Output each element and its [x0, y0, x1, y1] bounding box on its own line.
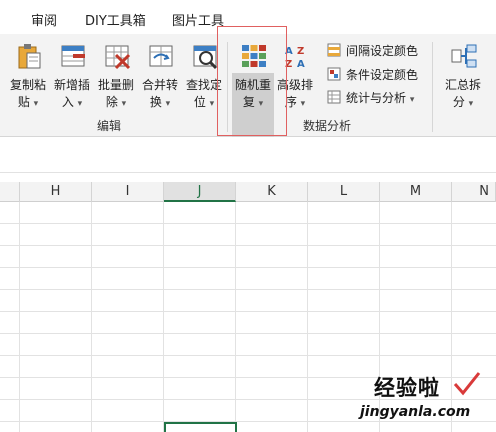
gridline-col: [163, 202, 164, 432]
svg-text:Z: Z: [297, 46, 304, 57]
merge-convert-button[interactable]: 合并转 换 ▾: [138, 40, 182, 109]
checkmark-icon: [453, 372, 481, 396]
merge-cells-icon: [149, 45, 173, 67]
summary-split-label-1: 汇总拆: [444, 78, 481, 92]
group-label-edit: 编辑: [97, 119, 122, 133]
chevron-down-icon: ▾: [409, 95, 415, 105]
interval-color-icon: [327, 43, 341, 57]
svg-text:A: A: [297, 59, 305, 70]
copy-paste-label-2-text: 贴: [17, 95, 30, 109]
chevron-down-icon: ▾: [209, 99, 215, 109]
stats-analysis-button[interactable]: 统计与分析 ▾: [327, 88, 423, 106]
batch-delete-button[interactable]: 批量删 除 ▾: [94, 40, 138, 109]
gridline-row: [0, 333, 496, 334]
gridline-row: [0, 223, 496, 224]
find-magnifier-icon: [193, 45, 218, 70]
column-header-row: H I J K L M N: [0, 182, 496, 202]
stats-analysis-label: 统计与分析 ▾: [346, 89, 414, 106]
add-insert-label-2-text: 入: [61, 95, 74, 109]
gridline-col: [91, 202, 92, 432]
chevron-down-icon: ▾: [165, 99, 171, 109]
gridline-row: [0, 311, 496, 312]
summary-split-icon: [451, 44, 477, 68]
interval-color-button[interactable]: 间隔设定颜色: [327, 41, 423, 59]
gridline-col: [307, 202, 308, 432]
group-label-data-analysis: 数据分析: [303, 119, 352, 133]
chevron-down-icon: ▾: [121, 99, 127, 109]
gridline-row: [0, 355, 496, 356]
watermark: 经验啦 jingyanla.com: [360, 372, 490, 428]
gridline-row: [0, 245, 496, 246]
interval-color-label: 间隔设定颜色: [346, 44, 419, 58]
column-header-m[interactable]: M: [380, 182, 452, 202]
column-header-n[interactable]: N: [452, 182, 496, 202]
conditional-color-label: 条件设定颜色: [346, 68, 419, 82]
column-header-j[interactable]: J: [164, 182, 236, 202]
add-insert-button[interactable]: 新增插 入 ▾: [50, 40, 94, 109]
summary-split-label-2: 分 ▾: [437, 95, 489, 111]
column-header-partial: [0, 182, 20, 202]
chevron-down-icon: ▾: [300, 99, 306, 109]
chevron-down-icon: ▾: [468, 99, 474, 109]
column-header-k[interactable]: K: [236, 182, 308, 202]
summary-split-label-2-text: 分: [452, 95, 465, 109]
insert-rows-icon: [61, 45, 85, 67]
gridline-col: [19, 202, 20, 432]
tab-diy-toolbox[interactable]: DIY工具箱: [85, 10, 146, 29]
merge-convert-label-2-text: 换: [149, 95, 162, 109]
conditional-color-button[interactable]: 条件设定颜色: [327, 65, 423, 83]
column-header-h[interactable]: H: [20, 182, 92, 202]
gridline-row: [0, 267, 496, 268]
watermark-title: 经验啦: [374, 376, 440, 400]
active-cell[interactable]: [164, 422, 237, 432]
column-header-i[interactable]: I: [92, 182, 164, 202]
clipboard-icon: [18, 44, 41, 69]
gridline-col: [235, 202, 236, 432]
watermark-url: jingyanla.com: [360, 404, 471, 420]
highlight-box: [217, 26, 287, 136]
batch-delete-label-2-text: 除: [105, 95, 118, 109]
delete-grid-icon: [105, 45, 131, 70]
find-locate-label-2-text: 位: [193, 95, 206, 109]
column-header-l[interactable]: L: [308, 182, 380, 202]
gridline-row: [0, 289, 496, 290]
group-separator: [432, 42, 433, 132]
copy-paste-button[interactable]: 复制粘 贴 ▾: [6, 40, 50, 109]
tab-review[interactable]: 审阅: [31, 10, 57, 29]
chevron-down-icon: ▾: [33, 99, 39, 109]
stats-analysis-label-text: 统计与分析: [346, 91, 407, 105]
formula-bar-area[interactable]: [0, 137, 496, 173]
stats-table-icon: [327, 90, 341, 104]
chevron-down-icon: ▾: [77, 99, 83, 109]
conditional-color-icon: [327, 67, 341, 81]
summary-split-button[interactable]: 汇总拆 分 ▾: [441, 40, 485, 109]
